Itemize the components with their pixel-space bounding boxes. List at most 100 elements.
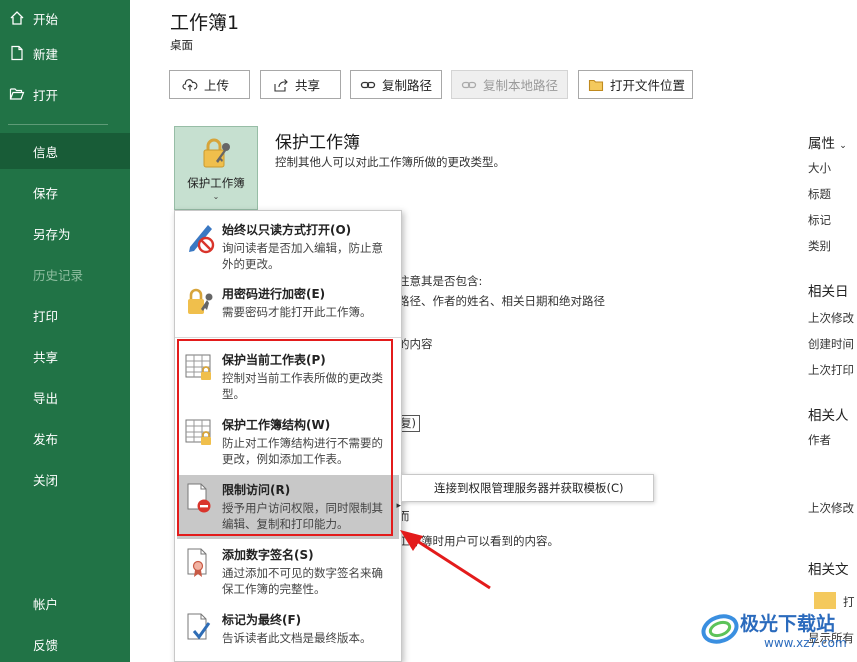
menu-item-title: 标记为最终(F) xyxy=(222,613,302,627)
nav-save[interactable]: 保存 xyxy=(0,174,130,210)
inspect-text-1: 注意其是否包含: xyxy=(398,274,483,288)
nav-open-label: 打开 xyxy=(33,87,59,103)
menu-encrypt-password[interactable]: 用密码进行加密(E) 需要密码才能打开此工作簿。 xyxy=(177,279,399,343)
site-watermark: 极光下载站 www.xz7.com xyxy=(700,603,857,662)
properties-heading[interactable]: 属性 ⌄ xyxy=(808,132,847,152)
open-file-location-button[interactable]: 打开文件位置 xyxy=(578,70,693,99)
nav-publish[interactable]: 发布 xyxy=(0,420,130,456)
inspect-text-6: 工作簿时用户可以看到的内容。 xyxy=(398,534,559,548)
workbook-location: 桌面 xyxy=(170,38,193,52)
nav-info[interactable]: 信息 xyxy=(0,133,130,169)
menu-item-desc: 告诉读者此文档是最终版本。 xyxy=(222,631,372,645)
connect-rights-server-option[interactable]: 连接到权限管理服务器并获取模板(C) xyxy=(401,474,654,502)
nav-info-label: 信息 xyxy=(33,144,59,160)
prop-category: 类别 xyxy=(808,239,831,253)
menu-divider xyxy=(175,337,401,338)
prop-created: 创建时间 xyxy=(808,337,854,351)
nav-share-label: 共享 xyxy=(33,349,59,365)
menu-item-desc: 需要密码才能打开此工作簿。 xyxy=(222,305,372,319)
sidebar-divider xyxy=(8,124,108,125)
nav-export[interactable]: 导出 xyxy=(0,379,130,415)
nav-publish-label: 发布 xyxy=(33,431,59,447)
nav-export-label: 导出 xyxy=(33,390,59,406)
prop-tags: 标记 xyxy=(808,213,831,227)
protect-heading: 保护工作簿 xyxy=(275,133,360,153)
menu-item-title: 用密码进行加密(E) xyxy=(222,287,326,301)
copy-local-path-button-label: 复制本地路径 xyxy=(483,78,559,93)
menu-protect-structure[interactable]: 保护工作簿结构(W) 防止对工作簿结构进行不需要的更改，例如添加工作表。 xyxy=(177,410,399,474)
open-file-location-label: 打开文件位置 xyxy=(610,78,686,93)
restricted-document-icon xyxy=(184,481,216,515)
home-icon xyxy=(9,10,25,26)
share-button-label: 共享 xyxy=(295,78,321,93)
nav-new-label: 新建 xyxy=(33,46,59,62)
copy-path-button-label: 复制路径 xyxy=(382,78,433,93)
protect-tile-label: 保护工作簿 xyxy=(187,176,245,190)
menu-item-title: 保护当前工作表(P) xyxy=(222,353,326,367)
nav-feedback-label: 反馈 xyxy=(33,637,59,653)
open-folder-icon xyxy=(9,86,25,102)
link-icon xyxy=(360,77,376,93)
share-button[interactable]: 共享 xyxy=(260,70,341,99)
properties-heading-label: 属性 xyxy=(808,136,835,152)
inspect-text-3: 的内容 xyxy=(398,337,433,351)
inspect-text-2: 路径、作者的姓名、相关日期和绝对路径 xyxy=(398,294,605,308)
nav-history-label: 历史记录 xyxy=(33,267,84,283)
nav-account-label: 帐户 xyxy=(33,596,59,612)
menu-protect-sheet[interactable]: 保护当前工作表(P) 控制对当前工作表所做的更改类型。 xyxy=(177,345,399,409)
menu-always-read-only[interactable]: 始终以只读方式打开(O) 询问读者是否加入编辑，防止意外的更改。 xyxy=(177,215,399,279)
cloud-upload-icon xyxy=(182,77,198,93)
nav-print[interactable]: 打印 xyxy=(0,297,130,333)
watermark-name: 极光下载站 xyxy=(740,613,836,635)
nav-home[interactable]: 开始 xyxy=(0,0,130,36)
workbook-title: 工作簿1 xyxy=(170,12,240,34)
link-icon xyxy=(461,77,477,93)
nav-open[interactable]: 打开 xyxy=(0,76,130,112)
prop-author: 作者 xyxy=(808,433,831,447)
upload-button[interactable]: 上传 xyxy=(169,70,250,99)
nav-feedback[interactable]: 反馈 xyxy=(0,626,130,662)
sheet-lock-icon xyxy=(184,351,216,385)
prop-title: 标题 xyxy=(808,187,831,201)
menu-item-desc: 控制对当前工作表所做的更改类型。 xyxy=(222,371,383,401)
menu-restrict-access[interactable]: 限制访问(R) 授予用户访问权限，同时限制其编辑、复制和打印能力。 ▸ xyxy=(177,475,401,539)
nav-print-label: 打印 xyxy=(33,308,59,324)
lock-key-icon xyxy=(184,285,216,319)
menu-item-desc: 授予用户访问权限，同时限制其编辑、复制和打印能力。 xyxy=(222,501,383,531)
menu-item-title: 始终以只读方式打开(O) xyxy=(222,223,352,237)
nav-save-as[interactable]: 另存为 xyxy=(0,215,130,251)
chevron-down-icon: ⌄ xyxy=(212,192,220,201)
menu-mark-final[interactable]: 标记为最终(F) 告诉读者此文档是最终版本。 xyxy=(177,605,399,662)
protect-description: 控制其他人可以对此工作簿所做的更改类型。 xyxy=(275,155,505,169)
copy-path-button[interactable]: 复制路径 xyxy=(350,70,442,99)
workbook-lock-icon xyxy=(184,416,216,450)
certificate-icon xyxy=(184,546,216,580)
menu-add-signature[interactable]: 添加数字签名(S) 通过添加不可见的数字签名来确保工作簿的完整性。 xyxy=(177,540,399,604)
nav-close[interactable]: 关闭 xyxy=(0,461,130,497)
related-dates-heading: 相关日 xyxy=(808,284,849,300)
aurora-logo-icon xyxy=(701,614,739,644)
folder-icon xyxy=(588,77,604,93)
share-icon xyxy=(273,77,289,93)
menu-item-title: 限制访问(R) xyxy=(222,483,291,497)
nav-share[interactable]: 共享 xyxy=(0,338,130,374)
submenu-label: 连接到权限管理服务器并获取模板(C) xyxy=(434,481,624,495)
menu-item-desc: 通过添加不可见的数字签名来确保工作簿的完整性。 xyxy=(222,566,383,596)
protect-workbook-button[interactable]: 保护工作簿 ⌄ xyxy=(174,126,258,210)
watermark-url: www.xz7.com xyxy=(764,636,847,650)
menu-item-desc: 防止对工作簿结构进行不需要的更改，例如添加工作表。 xyxy=(222,436,383,466)
chevron-right-icon: ▸ xyxy=(396,501,401,511)
new-document-icon xyxy=(9,45,25,61)
prop-size: 大小 xyxy=(808,161,831,175)
nav-new[interactable]: 新建 xyxy=(0,35,130,71)
nav-account[interactable]: 帐户 xyxy=(0,585,130,621)
prop-last-modified: 上次修改 xyxy=(808,311,854,325)
related-people-heading: 相关人 xyxy=(808,408,849,424)
prop-last-modified-by: 上次修改 xyxy=(808,501,854,515)
menu-item-title: 保护工作簿结构(W) xyxy=(222,418,331,432)
menu-item-title: 添加数字签名(S) xyxy=(222,548,314,562)
upload-button-label: 上传 xyxy=(204,78,230,93)
lock-key-icon xyxy=(196,137,236,173)
protect-workbook-menu: 始终以只读方式打开(O) 询问读者是否加入编辑，防止意外的更改。 用密码进行加密… xyxy=(174,210,402,662)
prop-last-printed: 上次打印 xyxy=(808,363,854,377)
